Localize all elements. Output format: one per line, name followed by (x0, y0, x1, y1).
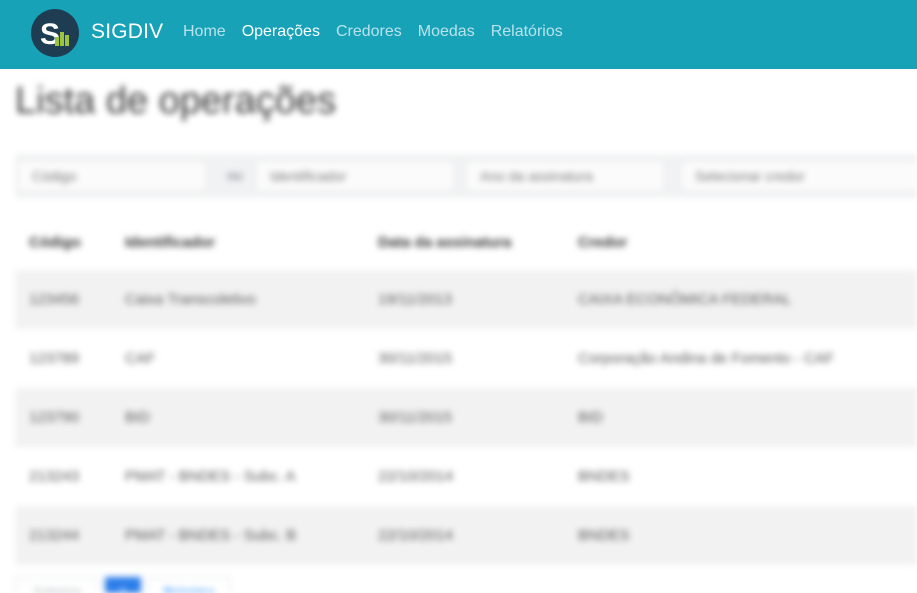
top-navbar: S SIGDIV Home Operações Credores Moedas … (0, 0, 917, 69)
year-filter-input[interactable] (465, 160, 665, 192)
sigdiv-logo-icon[interactable]: S (31, 9, 79, 57)
cell-codigo: 213243 (29, 468, 80, 485)
column-header-codigo[interactable]: Código (15, 214, 125, 270)
filter-bar: ou (15, 154, 917, 198)
cell-credor: BID (578, 388, 917, 447)
main-content: Lista de operações ou Código Identificad… (0, 69, 917, 593)
cell-credor: Corporação Andina de Fomento - CAF (578, 350, 834, 367)
table-row[interactable]: 213243 PMAT - BNDES - Subc. A 22/10/2014… (15, 447, 917, 506)
page-title: Lista de operações (15, 80, 337, 122)
cell-data: 30/11/2015 (378, 388, 578, 447)
cell-data: 30/11/2015 (378, 350, 452, 367)
svg-text:S: S (40, 18, 60, 51)
operations-table: Código Identificador Data da assinatura … (15, 214, 917, 565)
cell-identificador: PMAT - BNDES - Subc. B (125, 506, 378, 565)
cell-credor: BNDES (578, 506, 917, 565)
nav-link-operacoes[interactable]: Operações (242, 22, 320, 42)
cell-codigo: 213244 (15, 506, 125, 565)
table-header-row: Código Identificador Data da assinatura … (15, 214, 917, 270)
nav-link-relatorios[interactable]: Relatórios (491, 22, 563, 42)
main-nav: Home Operações Credores Moedas Relatório… (183, 22, 579, 42)
cell-data: 22/10/2014 (378, 468, 454, 485)
table-row[interactable]: 123456 Caixa Transcoletivo 19/11/2013 CA… (15, 270, 917, 329)
pagination-current-page[interactable]: 1 (105, 577, 141, 593)
cell-credor: BNDES (578, 468, 630, 485)
cell-codigo: 123789 (29, 350, 80, 367)
cell-data: 22/10/2014 (378, 506, 578, 565)
cell-identificador: PMAT - BNDES - Subc. A (125, 468, 296, 485)
pagination-prev-button[interactable]: Anterior (15, 577, 99, 593)
column-header-identificador[interactable]: Identificador (125, 214, 378, 270)
nav-link-moedas[interactable]: Moedas (418, 22, 475, 42)
cell-identificador: BID (125, 388, 378, 447)
table-row[interactable]: 123789 CAF 30/11/2015 Corporação Andina … (15, 329, 917, 388)
filter-separator: ou (227, 167, 243, 183)
code-filter-input[interactable] (17, 160, 207, 192)
creditor-filter-select[interactable] (680, 160, 917, 192)
brand-name[interactable]: SIGDIV (91, 19, 163, 45)
cell-data: 19/11/2013 (378, 270, 578, 329)
identifier-filter-input[interactable] (255, 160, 455, 192)
cell-codigo: 123456 (15, 270, 125, 329)
pagination-next-button[interactable]: Próxima (147, 577, 231, 593)
column-header-data[interactable]: Data da assinatura (378, 214, 578, 270)
nav-link-home[interactable]: Home (183, 22, 226, 42)
nav-link-credores[interactable]: Credores (336, 22, 402, 42)
cell-identificador: Caixa Transcoletivo (125, 270, 378, 329)
cell-credor: CAIXA ECONÔMICA FEDERAL (578, 270, 917, 329)
pagination: Anterior 1 Próxima (15, 577, 231, 593)
cell-codigo: 123790 (15, 388, 125, 447)
table-row[interactable]: 213244 PMAT - BNDES - Subc. B 22/10/2014… (15, 506, 917, 565)
cell-identificador: CAF (125, 350, 155, 367)
table-row[interactable]: 123790 BID 30/11/2015 BID (15, 388, 917, 447)
column-header-credor[interactable]: Credor (578, 214, 917, 270)
